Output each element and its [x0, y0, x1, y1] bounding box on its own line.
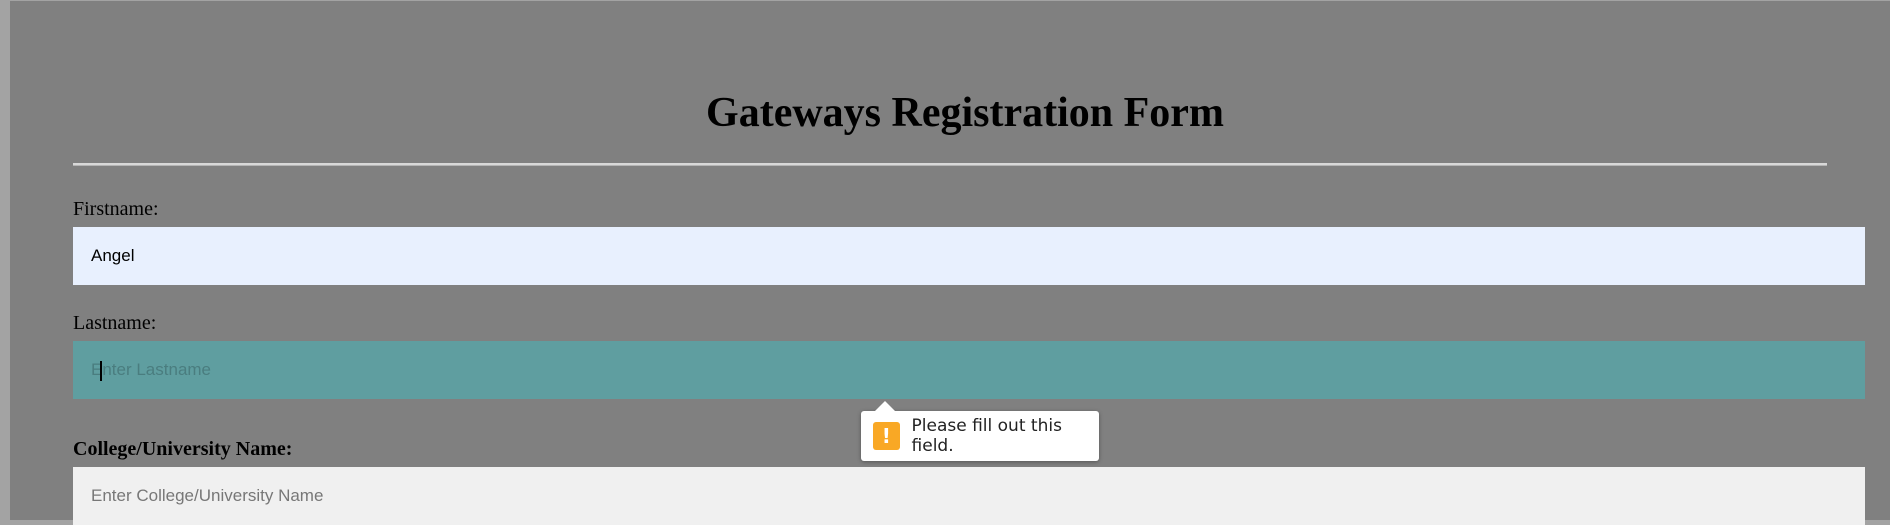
title-divider — [73, 163, 1827, 166]
college-input[interactable] — [73, 467, 1865, 525]
firstname-label: Firstname: — [73, 198, 159, 220]
lastname-label: Lastname: — [73, 312, 157, 334]
warning-icon: ! — [873, 422, 900, 450]
lastname-input[interactable] — [73, 341, 1865, 399]
text-caret — [100, 361, 102, 381]
validation-tooltip: ! Please fill out this field. — [861, 401, 1099, 461]
tooltip-arrow — [875, 401, 895, 411]
page-title: Gateways Registration Form — [706, 90, 1224, 136]
firstname-input[interactable] — [73, 227, 1865, 285]
form-page: Gateways Registration Form Firstname: La… — [10, 1, 1890, 525]
validation-message: Please fill out this field. — [911, 416, 1062, 456]
college-label: College/University Name: — [73, 438, 293, 460]
